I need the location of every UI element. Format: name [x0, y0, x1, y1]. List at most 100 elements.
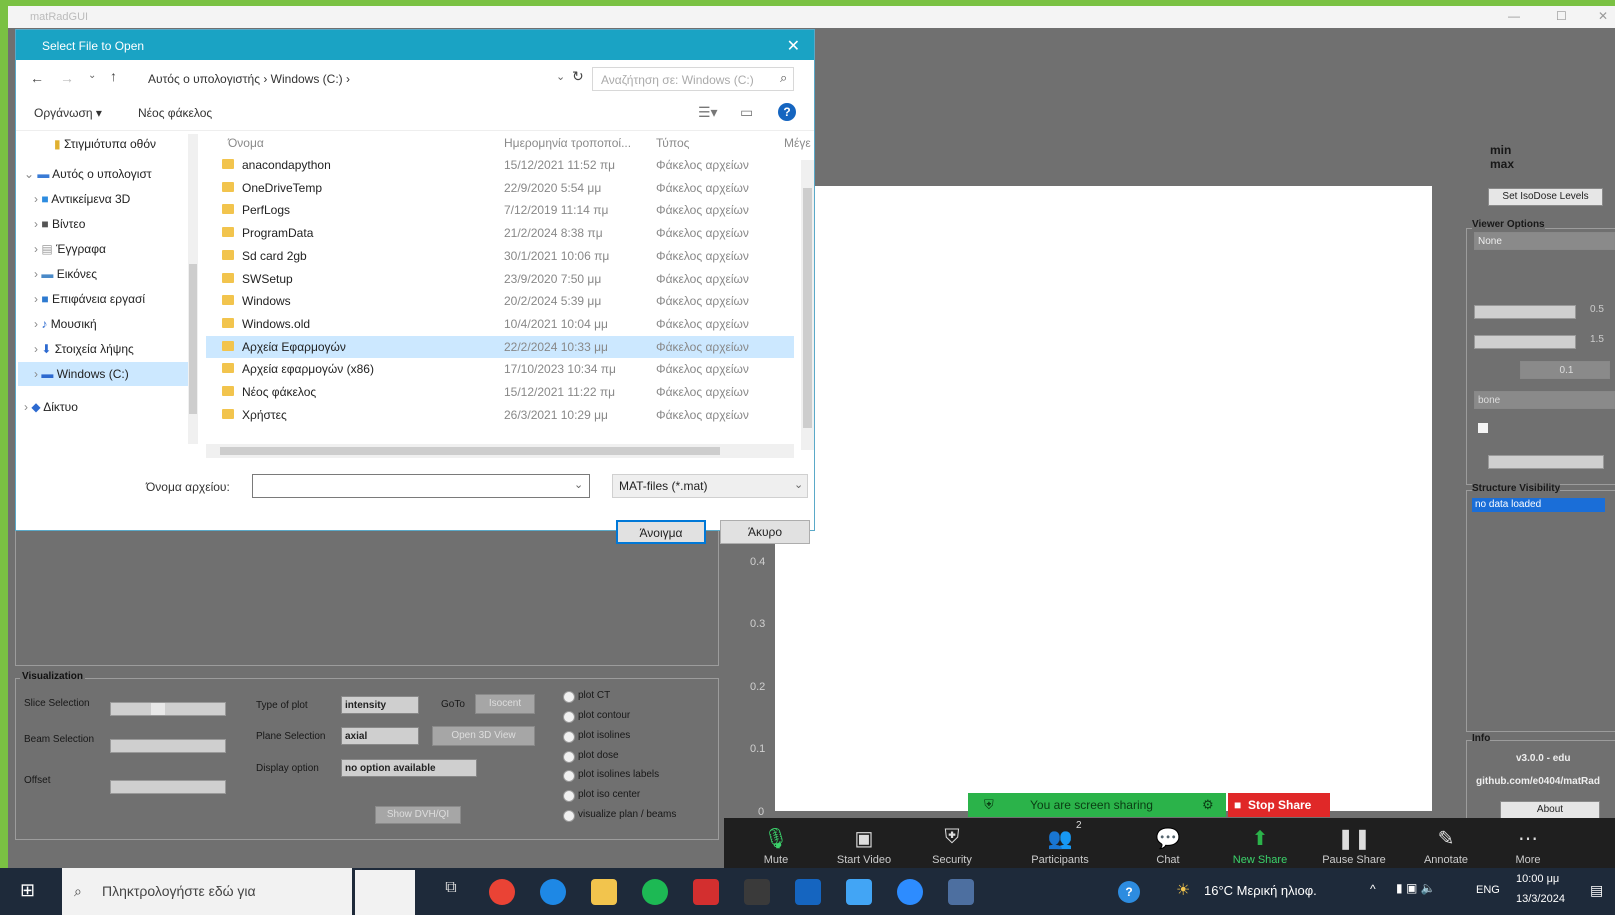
offset-slider[interactable]: [110, 780, 226, 794]
file-row[interactable]: Νέος φάκελος 15/12/2021 11:22 πμ Φάκελος α…: [206, 381, 794, 403]
red-app-icon[interactable]: [693, 879, 719, 905]
weather-text[interactable]: 16°C Μερική ηλιοφ.: [1204, 883, 1317, 898]
tray-icons[interactable]: ▮ ▣ 🔈: [1396, 881, 1436, 895]
nav-item-screenshots[interactable]: ▮ Στιγμιότυπα οθόν: [54, 132, 156, 156]
organize-menu[interactable]: Οργάνωση ▾: [34, 106, 102, 120]
tray-chevron-icon[interactable]: ^: [1370, 882, 1376, 896]
viewer-slider-1[interactable]: [1474, 305, 1576, 319]
viewer-slider-3[interactable]: [1488, 455, 1604, 469]
help-icon[interactable]: ?: [1118, 881, 1140, 903]
preview-pane-icon[interactable]: ▭: [740, 104, 753, 121]
new-folder-button[interactable]: Νέος φάκελος: [138, 106, 212, 120]
forward-icon[interactable]: →: [60, 70, 74, 86]
language-indicator[interactable]: ENG: [1476, 884, 1500, 896]
viewer-slider-2[interactable]: [1474, 335, 1576, 349]
clock-time[interactable]: 10:00 μμ: [1516, 873, 1559, 885]
show-dvh-button[interactable]: Show DVH/QI: [375, 806, 461, 824]
file-row[interactable]: PerfLogs 7/12/2019 11:14 πμ Φάκελος αρχείω…: [206, 199, 794, 221]
video-off-icon[interactable]: ▣: [824, 826, 904, 851]
file-row[interactable]: Χρήστες 26/3/2021 10:29 μμ Φάκελος αρχείων: [206, 404, 794, 426]
file-list-hscroll[interactable]: [206, 444, 794, 458]
pause-icon[interactable]: ❚❚: [1314, 826, 1394, 851]
file-row[interactable]: ProgramData 21/2/2024 8:38 πμ Φάκελος αρχε…: [206, 222, 794, 244]
filename-input[interactable]: [252, 474, 590, 498]
option-checkbox[interactable]: [1478, 423, 1488, 433]
chat-button[interactable]: Chat: [1128, 854, 1208, 866]
col-size-header[interactable]: Μέγε: [784, 136, 811, 150]
visualize-plan-radio[interactable]: [563, 810, 575, 822]
app-icon[interactable]: [795, 879, 821, 905]
settings-icon[interactable]: ⚙: [1202, 793, 1214, 817]
file-type-select[interactable]: MAT-files (*.mat): [612, 474, 808, 498]
filename-dropdown-icon[interactable]: ⌄: [574, 478, 583, 491]
file-row[interactable]: anacondapython 15/12/2021 11:52 πμ Φάκελος…: [206, 154, 794, 176]
path-dropdown-icon[interactable]: ⌄: [556, 70, 565, 83]
plot-ct-radio[interactable]: [563, 691, 575, 703]
zoom-icon[interactable]: [897, 879, 923, 905]
nav-scrollbar[interactable]: [188, 134, 198, 444]
github-link[interactable]: github.com/e0404/matRad: [1476, 776, 1600, 787]
file-row[interactable]: Windows.old 10/4/2021 10:04 μμ Φάκελος αρχ…: [206, 313, 794, 335]
pause-share-button[interactable]: Pause Share: [1314, 854, 1394, 866]
display-option-select[interactable]: no option available: [341, 759, 477, 777]
col-type-header[interactable]: Τύπος: [656, 136, 689, 150]
breadcrumb[interactable]: Αυτός ο υπολογιστής › Windows (C:) ›: [148, 68, 350, 90]
plot-isolines-radio[interactable]: [563, 731, 575, 743]
slice-slider[interactable]: [110, 702, 226, 716]
search-input[interactable]: Αναζήτηση σε: Windows (C:): [592, 67, 794, 91]
nav-item-this-pc[interactable]: ⌄ ▬ Αυτός ο υπολογιστ: [24, 162, 152, 186]
col-date-header[interactable]: Ημερομηνία τροποποί...: [504, 136, 631, 150]
open-3d-view-button[interactable]: Open 3D View: [432, 726, 535, 746]
file-row[interactable]: Αρχεία εφαρμογών (x86) 17/10/2023 10:34 π…: [206, 358, 794, 380]
more-button[interactable]: More: [1488, 854, 1568, 866]
stop-share-button[interactable]: ■ Stop Share: [1228, 793, 1330, 817]
security-shield-icon[interactable]: ⛨: [912, 826, 992, 849]
refresh-icon[interactable]: ↻: [572, 68, 584, 85]
file-list-vscroll[interactable]: [801, 160, 814, 450]
file-row[interactable]: Αρχεία Εφαρμογών 22/2/2024 10:33 μμ Φάκελο…: [206, 335, 794, 358]
up-icon[interactable]: ↑: [110, 68, 117, 84]
new-share-icon[interactable]: ⬆: [1220, 826, 1300, 851]
chat-icon[interactable]: 💬: [1128, 826, 1208, 851]
taskbar-search[interactable]: ⌕ Πληκτρολογήστε εδώ για: [62, 868, 352, 915]
viewer-select[interactable]: None: [1474, 232, 1615, 250]
app-icon[interactable]: [744, 879, 770, 905]
goto-isocenter-button[interactable]: Isocent: [475, 694, 535, 714]
cancel-button[interactable]: Άκυρο: [720, 520, 810, 544]
beam-slider[interactable]: [110, 739, 226, 753]
mute-button[interactable]: Mute: [736, 854, 816, 866]
colormap-select[interactable]: bone: [1474, 391, 1615, 409]
minimize-icon[interactable]: —: [1508, 9, 1520, 23]
annotate-pen-icon[interactable]: ✎: [1406, 826, 1486, 851]
recent-chevron-icon[interactable]: ⌄: [88, 70, 96, 81]
annotate-button[interactable]: Annotate: [1406, 854, 1486, 866]
matlab-gui-icon[interactable]: [948, 879, 974, 905]
spotify-icon[interactable]: [642, 879, 668, 905]
file-row[interactable]: SWSetup 23/9/2020 7:50 μμ Φάκελος αρχείων: [206, 268, 794, 290]
file-row[interactable]: Windows 20/2/2024 5:39 μμ Φάκελος αρχείων: [206, 290, 794, 312]
dialog-close-icon[interactable]: ✕: [787, 36, 800, 56]
type-of-plot-select[interactable]: intensity: [341, 696, 419, 714]
structure-list-item[interactable]: no data loaded: [1472, 498, 1605, 512]
nav-item-network[interactable]: › ◆ Δίκτυο: [24, 395, 78, 419]
plot-iso-center-radio[interactable]: [563, 790, 575, 802]
plot-isolines-labels-radio[interactable]: [563, 770, 575, 782]
windows-start-icon[interactable]: ⊞: [20, 880, 35, 901]
participants-button[interactable]: Participants: [1020, 854, 1100, 866]
help-icon[interactable]: ?: [778, 103, 796, 121]
nav-item-videos[interactable]: › ■ Βίντεο: [34, 212, 85, 236]
file-row[interactable]: OneDriveTemp 22/9/2020 5:54 μμ Φάκελος αρχ…: [206, 177, 794, 199]
plot-contour-radio[interactable]: [563, 711, 575, 723]
mic-icon[interactable]: 🎙: [736, 826, 816, 851]
plot-canvas[interactable]: [775, 186, 1432, 811]
new-share-button[interactable]: New Share: [1220, 854, 1300, 866]
file-explorer-icon[interactable]: [591, 879, 617, 905]
plane-select[interactable]: axial: [341, 727, 419, 745]
back-icon[interactable]: ←: [30, 70, 44, 86]
view-options-icon[interactable]: ☰▾: [698, 104, 718, 121]
nav-item-3d-objects[interactable]: › ■ Αντικείμενα 3D: [34, 187, 130, 211]
nav-item-music[interactable]: › ♪ Μουσική: [34, 312, 97, 336]
plot-dose-radio[interactable]: [563, 751, 575, 763]
open-button[interactable]: Άνοιγμα: [616, 520, 706, 544]
participants-icon[interactable]: 👥: [1020, 826, 1100, 851]
